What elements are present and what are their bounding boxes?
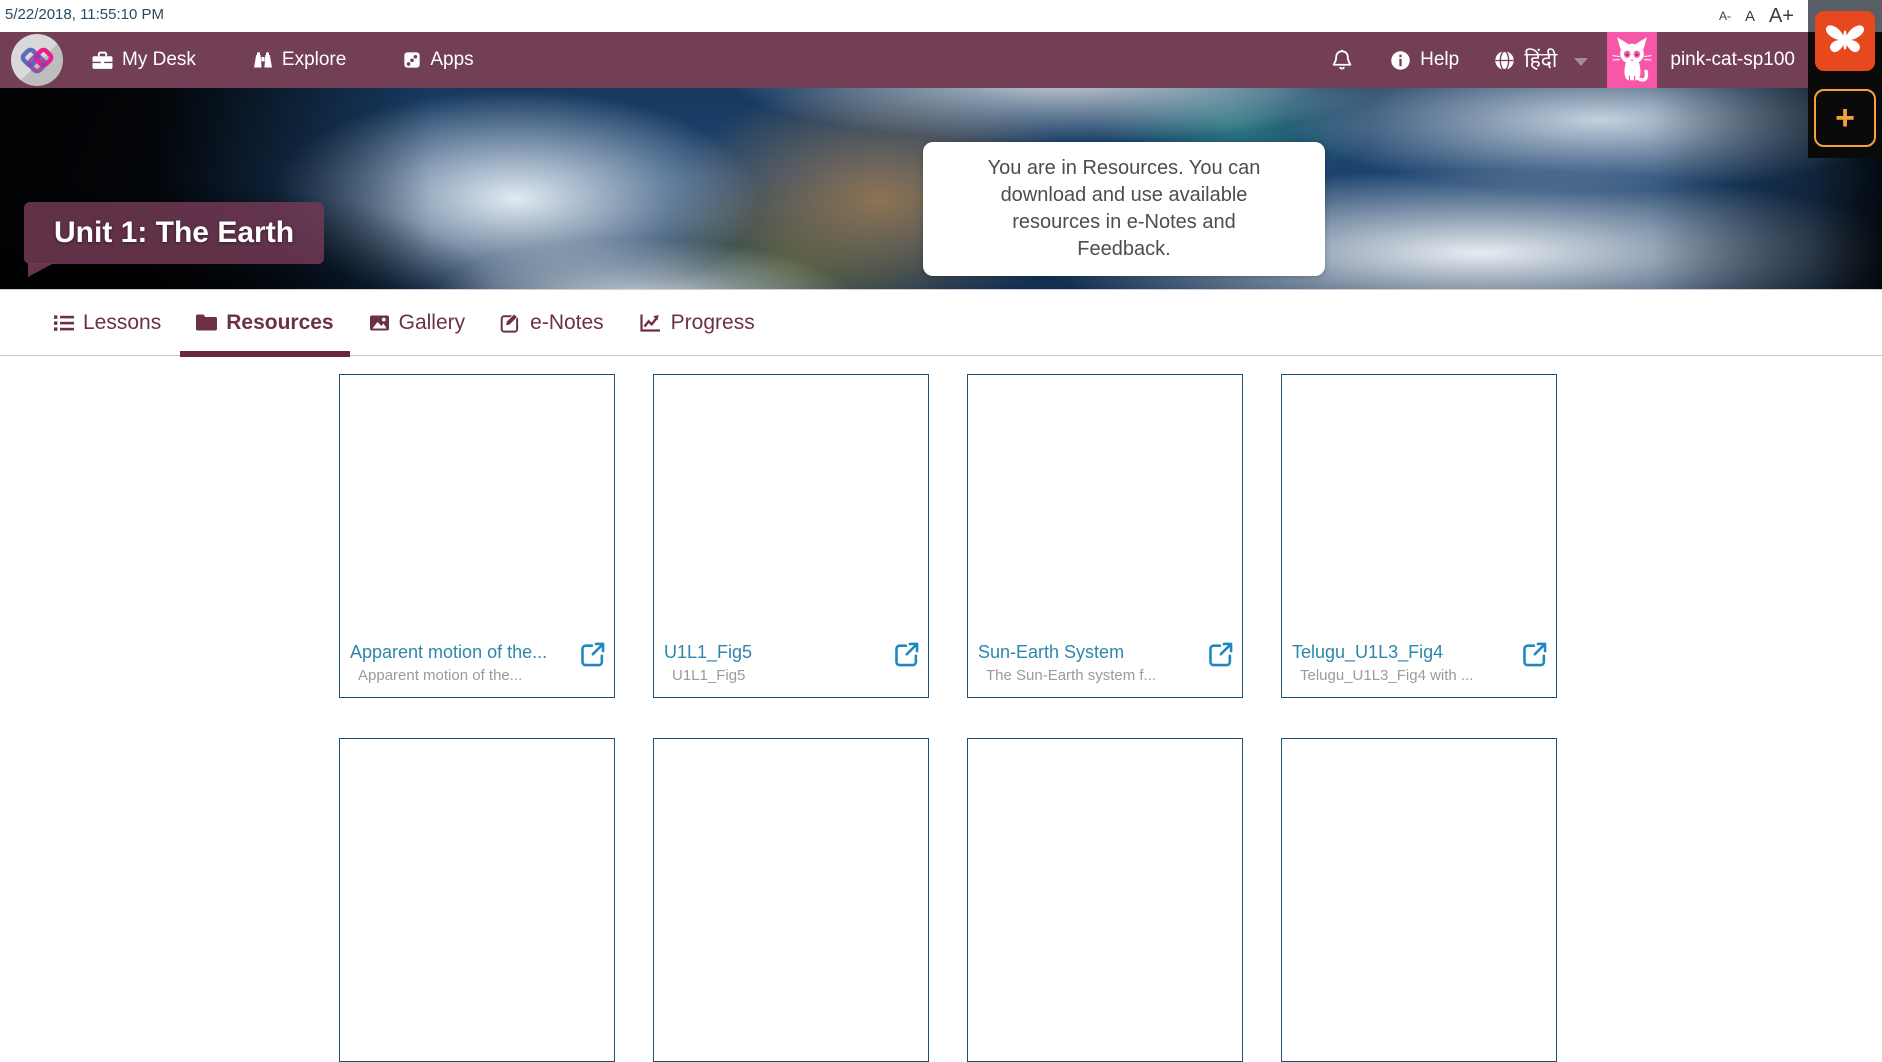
- butterfly-icon: [1822, 21, 1868, 61]
- nav-item-label: Apps: [430, 49, 473, 71]
- briefcase-icon: [92, 51, 113, 70]
- nav-item-label: My Desk: [122, 49, 196, 71]
- cat-avatar-icon: [1610, 35, 1654, 85]
- resource-card[interactable]: [967, 738, 1243, 1062]
- open-external-button[interactable]: [894, 641, 920, 667]
- tab-label: Progress: [671, 311, 755, 335]
- feedback-butterfly-button[interactable]: [1815, 11, 1875, 71]
- resource-card[interactable]: Sun-Earth System The Sun-Earth system f.…: [967, 374, 1243, 698]
- progress-icon: [639, 313, 662, 333]
- resource-card[interactable]: [653, 738, 929, 1062]
- hero-banner: Unit 1: The Earth You are in Resources. …: [0, 88, 1882, 290]
- resource-card[interactable]: Apparent motion of the... Apparent motio…: [339, 374, 615, 698]
- nav-menu: My Desk Explore Apps: [92, 32, 474, 88]
- logo-icon: [17, 40, 57, 80]
- resource-card[interactable]: Telugu_U1L3_Fig4 Telugu_U1L3_Fig4 with .…: [1281, 374, 1557, 698]
- resource-subtitle: U1L1_Fig5: [664, 667, 894, 685]
- unit-title: Unit 1: The Earth: [54, 216, 294, 250]
- apps-icon: [403, 51, 421, 69]
- resource-subtitle: Telugu_U1L3_Fig4 with ...: [1292, 667, 1522, 685]
- font-decrease-button[interactable]: A-: [1719, 9, 1731, 23]
- external-link-icon: [1522, 641, 1548, 667]
- resource-title-link[interactable]: Telugu_U1L3_Fig4: [1292, 641, 1522, 663]
- help-label: Help: [1420, 49, 1459, 71]
- external-link-icon: [580, 641, 606, 667]
- open-external-button[interactable]: [580, 641, 606, 667]
- nav-item-explore[interactable]: Explore: [253, 49, 346, 71]
- language-label: हिंदी: [1524, 46, 1557, 74]
- resource-subtitle: Apparent motion of the...: [350, 667, 580, 685]
- card-label: Telugu_U1L3_Fig4 Telugu_U1L3_Fig4 with .…: [1282, 641, 1556, 697]
- enotes-icon: [500, 313, 521, 333]
- tab-bar: Lessons Resources Gallery e-Notes Progre…: [0, 290, 1882, 356]
- nav-right: Help हिंदी: [1331, 32, 1795, 88]
- resource-card[interactable]: [1281, 738, 1557, 1062]
- card-label: U1L1_Fig5 U1L1_Fig5: [654, 641, 928, 697]
- tab-progress[interactable]: Progress: [623, 290, 771, 356]
- help-button[interactable]: Help: [1390, 49, 1459, 71]
- topbar: 5/22/2018, 11:55:10 PM A- A A+: [0, 0, 1882, 32]
- resource-subtitle: The Sun-Earth system f...: [978, 667, 1208, 685]
- card-label: Apparent motion of the... Apparent motio…: [340, 641, 614, 697]
- side-panel: +: [1808, 0, 1882, 158]
- tab-label: Resources: [226, 311, 333, 335]
- nav-item-my-desk[interactable]: My Desk: [92, 49, 196, 71]
- tab-enotes[interactable]: e-Notes: [484, 290, 620, 356]
- resource-title-link[interactable]: Apparent motion of the...: [350, 641, 580, 663]
- external-link-icon: [894, 641, 920, 667]
- card-label: Sun-Earth System The Sun-Earth system f.…: [968, 641, 1242, 697]
- app-logo[interactable]: [11, 34, 63, 86]
- info-icon: [1390, 50, 1411, 71]
- list-icon: [54, 314, 74, 332]
- bell-icon: [1331, 48, 1353, 72]
- unit-title-banner: Unit 1: The Earth: [24, 202, 324, 264]
- resource-title-link[interactable]: Sun-Earth System: [978, 641, 1208, 663]
- tab-gallery[interactable]: Gallery: [353, 290, 482, 356]
- open-external-button[interactable]: [1208, 641, 1234, 667]
- tab-lessons[interactable]: Lessons: [38, 290, 177, 356]
- folder-icon: [196, 314, 217, 331]
- nav-item-label: Explore: [282, 49, 346, 71]
- language-selector[interactable]: हिंदी: [1494, 46, 1588, 74]
- gallery-icon: [369, 313, 390, 333]
- timestamp: 5/22/2018, 11:55:10 PM: [5, 6, 164, 23]
- tab-label: Lessons: [83, 311, 161, 335]
- tab-label: e-Notes: [530, 311, 604, 335]
- nav-item-apps[interactable]: Apps: [403, 49, 473, 71]
- notifications-button[interactable]: [1331, 48, 1353, 72]
- resources-tooltip: You are in Resources. You can download a…: [923, 142, 1325, 276]
- external-link-icon: [1208, 641, 1234, 667]
- font-size-controls: A- A A+: [1719, 0, 1794, 32]
- font-normal-button[interactable]: A: [1745, 8, 1755, 25]
- open-external-button[interactable]: [1522, 641, 1548, 667]
- resource-card[interactable]: U1L1_Fig5 U1L1_Fig5: [653, 374, 929, 698]
- user-avatar[interactable]: [1607, 32, 1657, 88]
- binoculars-icon: [253, 51, 273, 69]
- plus-icon: +: [1835, 101, 1855, 135]
- globe-icon: [1494, 50, 1515, 71]
- resource-card[interactable]: [339, 738, 615, 1062]
- chevron-down-icon: [1574, 58, 1588, 66]
- navbar: My Desk Explore Apps: [0, 32, 1882, 88]
- tab-label: Gallery: [399, 311, 466, 335]
- username[interactable]: pink-cat-sp100: [1670, 49, 1795, 71]
- resource-title-link[interactable]: U1L1_Fig5: [664, 641, 894, 663]
- font-increase-button[interactable]: A+: [1769, 5, 1794, 28]
- add-button[interactable]: +: [1814, 89, 1876, 147]
- tab-resources[interactable]: Resources: [180, 290, 349, 356]
